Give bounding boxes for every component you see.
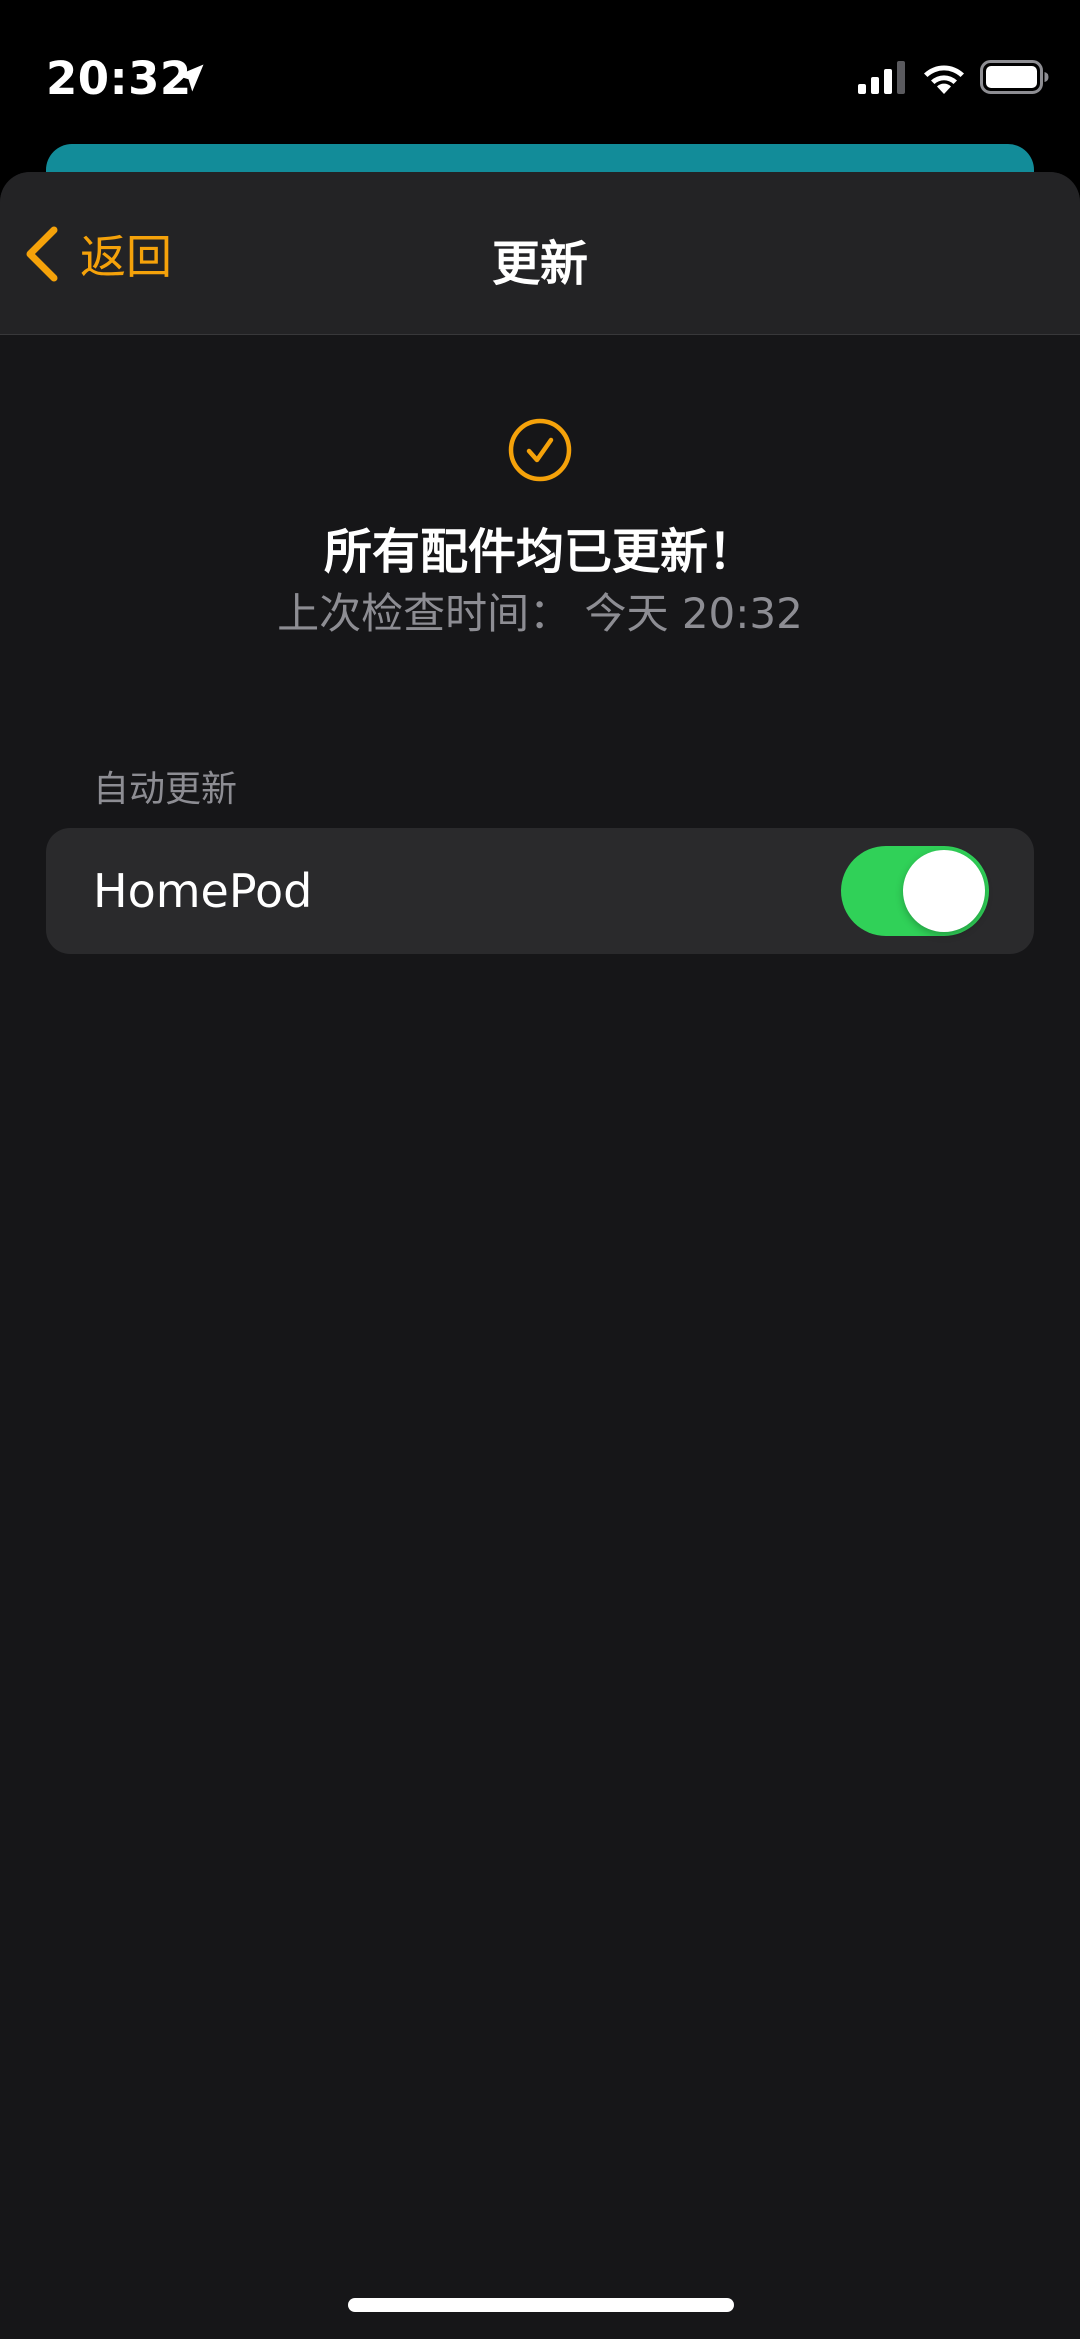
status-time: 20:32 bbox=[46, 52, 192, 105]
auto-update-section-header: 自动更新 bbox=[93, 769, 238, 810]
navigation-bar: 返回 更新 bbox=[0, 172, 1080, 335]
updates-sheet: 返回 更新 所有配件均已更新！ 上次检查时间： 今天 20:32 自动更新 Ho… bbox=[0, 172, 1080, 2339]
location-arrow-icon bbox=[176, 64, 204, 92]
last-checked-text: 上次检查时间： 今天 20:32 bbox=[277, 589, 803, 638]
battery-icon bbox=[980, 60, 1049, 94]
screen: 20:32 返回 更新 所有配件均已更新！ 上次检查时间： 今天 20:32 自… bbox=[0, 0, 1080, 2339]
auto-update-group: HomePod bbox=[46, 828, 1034, 954]
checkmark-circle-icon bbox=[508, 418, 572, 482]
home-indicator[interactable] bbox=[348, 2298, 734, 2312]
homepod-label: HomePod bbox=[93, 864, 313, 918]
wifi-icon bbox=[924, 65, 964, 94]
homepod-auto-update-toggle[interactable] bbox=[841, 846, 989, 936]
page-title: 更新 bbox=[491, 236, 588, 292]
status-bar: 20:32 bbox=[0, 0, 1080, 150]
toggle-knob bbox=[903, 850, 985, 932]
cellular-signal-icon bbox=[858, 61, 905, 94]
status-headline: 所有配件均已更新！ bbox=[323, 524, 756, 580]
